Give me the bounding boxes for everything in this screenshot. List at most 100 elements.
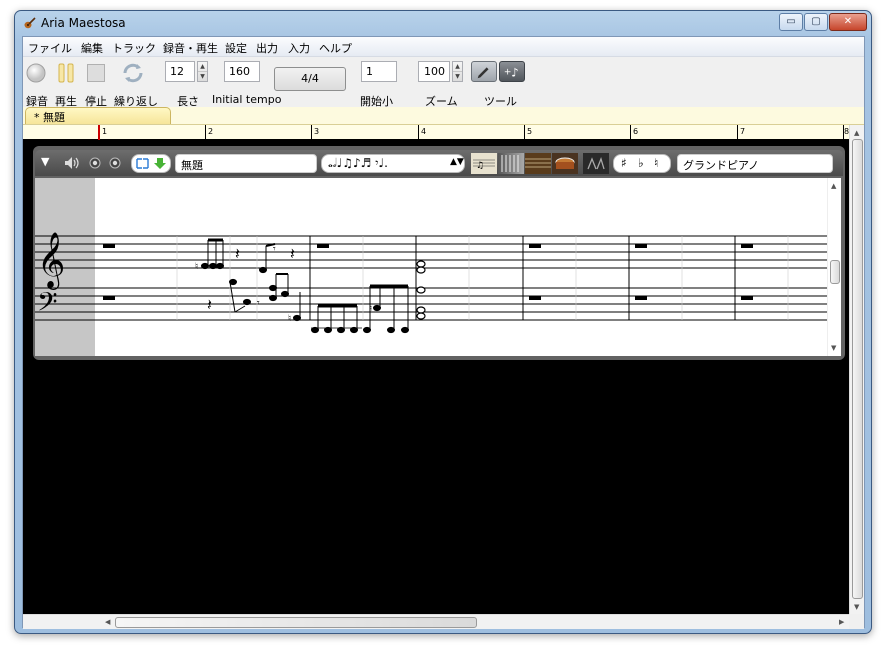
menu-playback[interactable]: 録音・再生 [163,40,218,56]
editor-canvas[interactable]: ▼ 無題 𝅝𝅗𝅥♩♫♪♬ 𝄾♩. ▲▼ ♫ ♯ ♭ ♮ グランドピアノ 𝄞 𝄢 … [23,140,849,614]
measure-tick [630,125,631,140]
duration-symbols[interactable]: 𝅝𝅗𝅥♩♫♪♬ 𝄾♩. [328,156,388,171]
zoom-input[interactable]: 100 [418,61,450,82]
length-input[interactable]: 12 [165,61,195,82]
sharp-icon[interactable]: ♯ [621,156,627,170]
loop-icon[interactable] [121,61,145,85]
measure-number: 6 [633,127,639,136]
measure-number: 1 [102,127,108,136]
scroll-down-icon[interactable]: ▼ [854,603,859,611]
note-duration-selector[interactable]: 𝅝𝅗𝅥♩♫♪♬ 𝄾♩. ▲▼ [321,154,465,173]
menu-settings[interactable]: 設定 [225,40,247,56]
time-signature-button[interactable]: 4/4 [274,67,346,91]
track-vertical-scrollbar[interactable]: ▲ ▼ [827,178,841,356]
scrollbar-corner [849,614,864,629]
instrument-selector[interactable]: グランドピアノ [677,154,833,173]
vertical-scrollbar[interactable]: ▲ ▼ [849,125,864,614]
app-window: Aria Maestosa ▭ ▢ ✕ ファイル 編集 トラック 録音・再生 設… [14,10,872,634]
tempo-input[interactable]: 160 [224,61,260,82]
start-measure-input[interactable]: 1 [361,61,397,82]
updown-icon[interactable]: ▲▼ [450,157,464,167]
collapse-triangle-icon[interactable]: ▼ [41,155,49,168]
svg-text:𝄽: 𝄽 [290,244,295,263]
whole-note-chord-measure-3 [416,260,426,320]
spin-down-icon[interactable]: ▼ [198,72,207,82]
treble-clef-icon: 𝄞 [37,232,65,290]
menu-output[interactable]: 出力 [256,40,278,56]
guitar-icon [24,17,36,29]
speaker-icon[interactable] [63,155,81,171]
measure-number: 5 [527,127,533,136]
score-view-icon[interactable]: ♫ [471,153,497,174]
drum-view-icon[interactable] [552,153,578,174]
measure-tick [205,125,206,140]
tab-bar: * 無題 [23,107,864,125]
svg-text:𝄾: 𝄾 [257,298,260,309]
tempo-label: Initial tempo [212,93,282,106]
measure-number: 2 [208,127,214,136]
playhead-marker[interactable] [98,125,100,140]
menu-edit[interactable]: 編集 [81,40,103,56]
minimize-button[interactable]: ▭ [779,13,803,31]
spin-up-icon[interactable]: ▲ [453,62,462,72]
track-name-input[interactable]: 無題 [175,154,317,173]
close-button[interactable]: ✕ [829,13,867,31]
guitar-view-icon[interactable] [525,153,551,174]
record-icon[interactable] [26,63,46,83]
spin-up-icon[interactable]: ▲ [198,62,207,72]
measure-ruler[interactable]: 1 2 3 4 5 6 7 8 [23,125,849,140]
horizontal-scrollbar[interactable]: ◀ ▶ [23,614,849,629]
scroll-thumb[interactable] [852,139,863,599]
flat-icon[interactable]: ♭ [638,156,644,170]
svg-text:♮: ♮ [288,314,291,324]
svg-text:𝄽: 𝄽 [207,295,212,314]
menu-help[interactable]: ヘルプ [319,40,352,56]
scroll-thumb[interactable] [830,260,840,284]
beat-guides [176,236,789,320]
scroll-up-icon[interactable]: ▲ [854,129,859,137]
measure-number: 4 [421,127,427,136]
controller-view-icon[interactable] [583,153,609,174]
play-pause-icon[interactable] [56,63,76,83]
svg-text:♫: ♫ [476,161,484,171]
notes-bass-measure-1: 𝄽 𝄾 ♮ [207,273,301,324]
dock-track-button[interactable] [131,154,171,173]
bass-clef-icon: 𝄢 [37,286,58,324]
spin-down-icon[interactable]: ▼ [453,72,462,82]
scroll-down-icon[interactable]: ▼ [831,344,836,352]
svg-text:♮: ♮ [195,262,198,272]
menu-file[interactable]: ファイル [28,40,72,56]
treble-staff-lines [35,235,827,269]
measure-number: 7 [740,127,746,136]
natural-icon[interactable]: ♮ [654,156,658,170]
track-panel: ▼ 無題 𝅝𝅗𝅥♩♫♪♬ 𝄾♩. ▲▼ ♫ ♯ ♭ ♮ グランドピアノ 𝄞 𝄢 … [33,146,845,360]
stop-icon[interactable] [86,63,106,83]
scroll-right-icon[interactable]: ▶ [839,618,844,626]
pencil-icon[interactable] [471,61,497,82]
scroll-left-icon[interactable]: ◀ [105,618,110,626]
svg-text:♮: ♮ [369,304,372,314]
mute-icon[interactable] [109,157,121,169]
notes-bass-measure-2: ♮ [311,284,409,334]
measure-tick [311,125,312,140]
score-editor[interactable]: 𝄞 𝄢 ♮ 𝄽 𝄾 𝄽 𝄽 𝄾 ♮ ♮ ▲ ▼ [35,178,841,356]
score-staff[interactable]: 𝄞 𝄢 ♮ 𝄽 𝄾 𝄽 𝄽 𝄾 ♮ ♮ [35,178,827,356]
track-header: ▼ 無題 𝅝𝅗𝅥♩♫♪♬ 𝄾♩. ▲▼ ♫ ♯ ♭ ♮ グランドピアノ [35,150,843,176]
accidentals-selector: ♯ ♭ ♮ [613,154,671,173]
scroll-up-icon[interactable]: ▲ [831,182,836,190]
add-note-icon[interactable]: + ♪ [499,61,525,82]
menu-input[interactable]: 入力 [288,40,310,56]
maximize-button[interactable]: ▢ [804,13,828,31]
title-bar[interactable]: Aria Maestosa ▭ ▢ ✕ [15,11,871,37]
measure-tick [524,125,525,140]
solo-icon[interactable] [89,157,101,169]
scroll-thumb[interactable] [115,617,477,628]
length-spinner[interactable]: ▲ ▼ [197,61,208,82]
zoom-spinner[interactable]: ▲ ▼ [452,61,463,82]
tab-untitled[interactable]: * 無題 [25,107,171,124]
keyboard-view-icon[interactable] [498,153,524,174]
toolbar: 録音 再生 停止 繰り返し 12 ▲ ▼ 長さ 160 Initial tempo [23,57,864,108]
window-title: Aria Maestosa [41,16,126,30]
measure-tick [418,125,419,140]
menu-track[interactable]: トラック [112,40,156,56]
